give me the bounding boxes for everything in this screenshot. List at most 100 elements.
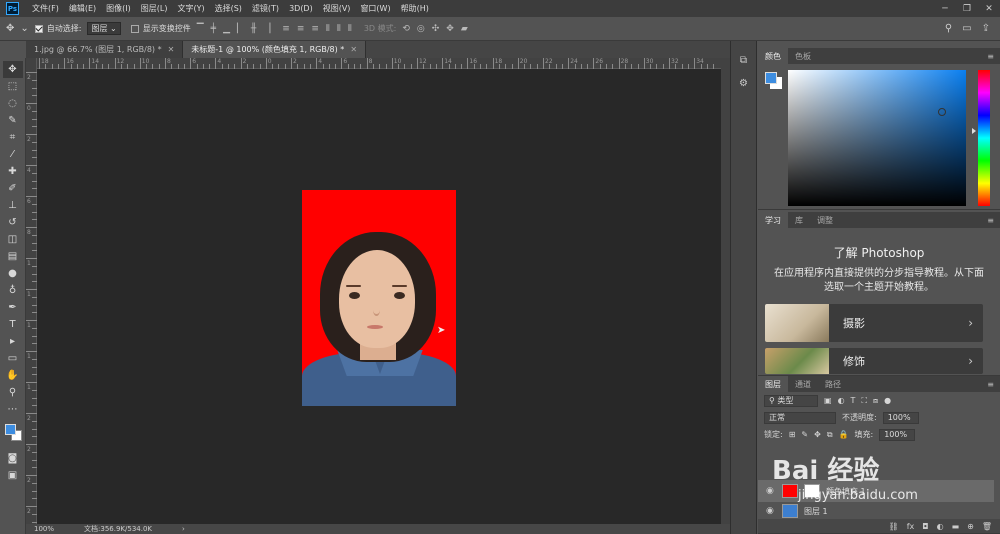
- distribute-right-icon[interactable]: ⦀: [348, 24, 352, 34]
- align-vcenter-icon[interactable]: ╪: [211, 24, 216, 34]
- zoom-level[interactable]: 100%: [34, 525, 54, 533]
- 3d-drag-icon[interactable]: ✣: [432, 24, 440, 34]
- tab-library[interactable]: 库: [788, 212, 810, 228]
- properties-panel-icon[interactable]: ⚙: [739, 78, 748, 89]
- workspace-icon[interactable]: ▭: [962, 23, 971, 34]
- lock-position-icon[interactable]: ✥: [814, 430, 821, 439]
- 3d-rotate-icon[interactable]: ⟲: [402, 24, 410, 34]
- color-field[interactable]: [788, 70, 966, 206]
- new-adjustment-icon[interactable]: ◐: [937, 522, 944, 531]
- canvas-area[interactable]: ➤: [37, 69, 721, 524]
- menu-window[interactable]: 窗口(W): [355, 3, 395, 14]
- tab-adjustments[interactable]: 调整: [810, 212, 840, 228]
- tab-paths[interactable]: 路径: [818, 376, 848, 392]
- blend-mode-dropdown[interactable]: 正常: [764, 411, 836, 424]
- foreground-color-swatch[interactable]: [765, 72, 777, 84]
- show-transform-checkbox[interactable]: [130, 24, 139, 33]
- lock-artboard-icon[interactable]: ⧉: [827, 430, 833, 440]
- hue-slider-arrow-icon[interactable]: [972, 128, 976, 134]
- auto-select-dropdown[interactable]: 图层 ⌄: [87, 22, 121, 35]
- path-select-tool-icon[interactable]: ▸: [3, 333, 23, 350]
- align-right-icon[interactable]: ▕: [263, 24, 270, 34]
- crop-tool-icon[interactable]: ⌗: [3, 129, 23, 146]
- tab-color[interactable]: 颜色: [758, 48, 788, 64]
- minimize-icon[interactable]: ─: [934, 4, 956, 14]
- delete-layer-icon[interactable]: 🗑: [982, 522, 992, 531]
- menu-select[interactable]: 选择(S): [210, 3, 247, 14]
- align-bottom-icon[interactable]: ▁: [223, 24, 230, 34]
- vertical-ruler[interactable]: 2 0 2 4 6 8 1 1 1 1 1 2 2 2 2: [26, 58, 37, 531]
- new-layer-icon[interactable]: ⊕: [967, 522, 974, 531]
- add-mask-icon[interactable]: ◘: [922, 522, 928, 531]
- color-picker-handle[interactable]: [938, 108, 946, 116]
- panel-menu-icon[interactable]: ≡: [987, 52, 994, 61]
- learn-card-retouch[interactable]: 修饰 ›: [765, 348, 983, 374]
- healing-brush-tool-icon[interactable]: ✚: [3, 163, 23, 180]
- layer-filter-dropdown[interactable]: ⚲ 类型: [764, 394, 818, 407]
- distribute-hcenter-icon[interactable]: ⦀: [337, 24, 341, 34]
- vertical-scrollbar[interactable]: [721, 58, 730, 524]
- pen-tool-icon[interactable]: ✒: [3, 299, 23, 316]
- move-tool-icon[interactable]: ✥: [6, 23, 14, 34]
- align-top-icon[interactable]: ▔: [197, 24, 204, 34]
- tool-preset-chevron-icon[interactable]: ⌄: [20, 23, 28, 34]
- share-icon[interactable]: ⇪: [982, 23, 990, 34]
- eyedropper-tool-icon[interactable]: ⁄: [3, 146, 23, 163]
- distribute-left-icon[interactable]: ⦀: [326, 24, 330, 34]
- zoom-tool-icon[interactable]: ⚲: [3, 384, 23, 401]
- tab-1jpg[interactable]: 1.jpg @ 66.7% (图层 1, RGB/8) * ✕: [26, 41, 184, 58]
- status-arrow-icon[interactable]: ›: [182, 525, 185, 533]
- hand-tool-icon[interactable]: ✋: [3, 367, 23, 384]
- eraser-tool-icon[interactable]: ◫: [3, 231, 23, 248]
- lasso-tool-icon[interactable]: ◌: [3, 95, 23, 112]
- hue-slider[interactable]: [978, 70, 990, 206]
- layer-style-icon[interactable]: fx: [907, 522, 915, 531]
- filter-smart-icon[interactable]: ⧈: [873, 396, 878, 406]
- tab-layers[interactable]: 图层: [758, 376, 788, 392]
- menu-layer[interactable]: 图层(L): [136, 3, 173, 14]
- quick-select-tool-icon[interactable]: ✎: [3, 112, 23, 129]
- lock-pixels-icon[interactable]: ✎: [801, 430, 808, 439]
- panel-menu-icon[interactable]: ≡: [987, 380, 994, 389]
- distribute-bottom-icon[interactable]: ≡: [311, 24, 319, 34]
- lock-transparent-icon[interactable]: ⊞: [789, 430, 796, 439]
- learn-card-photography[interactable]: 摄影 ›: [765, 304, 983, 342]
- color-swatches[interactable]: [3, 422, 23, 442]
- shape-tool-icon[interactable]: ▭: [3, 350, 23, 367]
- foreground-color-swatch[interactable]: [4, 424, 16, 435]
- link-layers-icon[interactable]: ⛓: [889, 522, 899, 531]
- clone-stamp-tool-icon[interactable]: ⊥: [3, 197, 23, 214]
- history-brush-tool-icon[interactable]: ↺: [3, 214, 23, 231]
- 3d-slide-icon[interactable]: ✥: [446, 24, 454, 34]
- menu-image[interactable]: 图像(I): [101, 3, 136, 14]
- filter-adjustment-icon[interactable]: ◐: [838, 396, 845, 405]
- close-icon[interactable]: ✕: [350, 45, 357, 54]
- filter-shape-icon[interactable]: ⛶: [861, 396, 867, 406]
- screen-mode-icon[interactable]: ▣: [3, 467, 23, 484]
- 3d-scale-icon[interactable]: ▰: [461, 24, 468, 34]
- history-panel-icon[interactable]: ⧉: [740, 55, 747, 66]
- layer-color-fill-1[interactable]: ◉ 颜色填充 1: [758, 480, 994, 502]
- quick-mask-icon[interactable]: ◙: [3, 450, 23, 467]
- search-icon[interactable]: ⚲: [945, 23, 952, 34]
- align-left-icon[interactable]: ▏: [237, 24, 244, 34]
- horizontal-ruler[interactable]: 18 16 14 12 10 8 6 4 2 0 2 4 6 8 10 12 14 16 18 20 22 24 26 28 3…: [37, 58, 721, 69]
- gradient-tool-icon[interactable]: ▤: [3, 248, 23, 265]
- move-tool-icon[interactable]: ✥: [2, 61, 23, 78]
- panel-menu-icon[interactable]: ≡: [987, 216, 994, 225]
- distribute-top-icon[interactable]: ≡: [282, 24, 290, 34]
- auto-select-checkbox[interactable]: [34, 24, 43, 33]
- align-hcenter-icon[interactable]: ╫: [251, 24, 256, 34]
- close-icon[interactable]: ✕: [168, 45, 175, 54]
- filter-pixel-icon[interactable]: ▣: [824, 396, 832, 405]
- more-tools-icon[interactable]: ⋯: [3, 401, 23, 418]
- 3d-roll-icon[interactable]: ◎: [417, 24, 425, 34]
- document-image[interactable]: [302, 190, 456, 406]
- blur-tool-icon[interactable]: ●: [3, 265, 23, 282]
- menu-view[interactable]: 视图(V): [318, 3, 356, 14]
- dodge-tool-icon[interactable]: ♁: [3, 282, 23, 299]
- tab-learn[interactable]: 学习: [758, 212, 788, 228]
- menu-3d[interactable]: 3D(D): [284, 4, 318, 13]
- opacity-input[interactable]: 100%: [882, 411, 919, 424]
- close-icon[interactable]: ✕: [978, 4, 1000, 14]
